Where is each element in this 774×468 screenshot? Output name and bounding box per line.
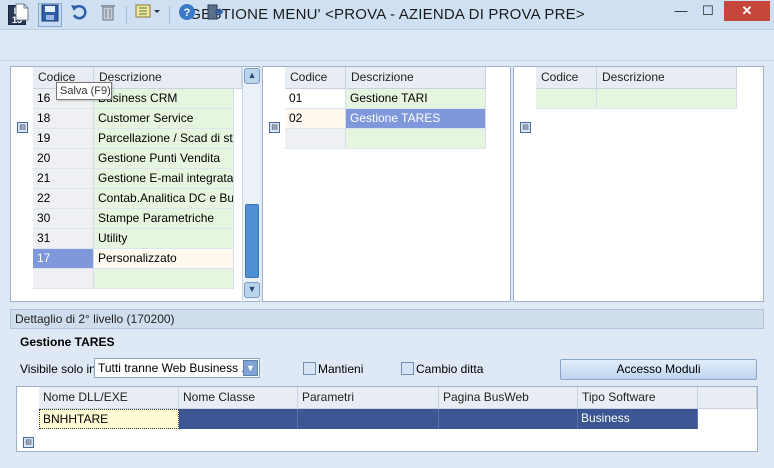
col-header-descrizione[interactable]: Descrizione (597, 67, 737, 89)
detail-title: Gestione TARES (20, 335, 115, 349)
save-tooltip: Salva (F9) (56, 82, 112, 100)
row-desc-selected[interactable]: Gestione TARES (346, 109, 486, 129)
col-header-nome-dll[interactable]: Nome DLL/EXE (39, 387, 179, 409)
toolbar-separator (169, 6, 170, 24)
help-icon[interactable]: ? (175, 3, 199, 27)
cell-nome-classe[interactable] (179, 409, 298, 429)
row-desc-new[interactable] (597, 89, 737, 109)
chevron-down-icon[interactable]: ▼ (243, 360, 258, 376)
row-indicator-icon: ▤ (269, 122, 280, 133)
col-header-descrizione[interactable]: Descrizione (346, 67, 486, 89)
panel-level-3: Codice Descrizione ▤ (513, 66, 764, 302)
scroll-up-icon[interactable]: ▲ (244, 68, 260, 84)
row-code[interactable]: 01 (285, 89, 346, 109)
col-header-pagina-busweb[interactable]: Pagina BusWeb (439, 387, 578, 409)
col-header-filler (698, 387, 757, 409)
row-code-selected[interactable]: 02 (285, 109, 346, 129)
row-code[interactable]: 21 (33, 169, 94, 189)
row-code[interactable]: 30 (33, 209, 94, 229)
vertical-scrollbar[interactable]: ▲ ▼ (242, 68, 260, 300)
col-header-codice[interactable]: Codice (536, 67, 597, 89)
col-header-codice[interactable]: Codice (285, 67, 346, 89)
cell-nome-dll[interactable]: BNHHTARE (39, 409, 179, 429)
panel-level-1: Codice Descrizione ▤ 16 Business CRM 18 … (10, 66, 260, 302)
row-desc-selected[interactable]: Personalizzato (94, 249, 234, 269)
row-desc[interactable]: Customer Service (94, 109, 234, 129)
row-desc[interactable]: Stampe Parametriche (94, 209, 234, 229)
row-desc[interactable]: Parcellazione / Scad di st... (94, 129, 234, 149)
detail-header: Dettaglio di 2° livello (170200) (10, 309, 764, 329)
visibile-label: Visibile solo in (20, 362, 96, 376)
close-button[interactable]: ✕ (724, 1, 770, 21)
cell-pagina-busweb[interactable] (439, 409, 578, 429)
row-desc[interactable]: Contab.Analitica DC e Bu... (94, 189, 234, 209)
col-header-tipo-software[interactable]: Tipo Software (578, 387, 698, 409)
minimize-button[interactable]: — (668, 1, 694, 21)
row-code[interactable]: 19 (33, 129, 94, 149)
row-code-new[interactable] (33, 269, 94, 289)
row-desc[interactable]: Gestione TARI (346, 89, 486, 109)
scroll-down-icon[interactable]: ▼ (244, 282, 260, 298)
row-indicator-icon: ▤ (520, 122, 531, 133)
row-code[interactable]: 22 (33, 189, 94, 209)
cambio-ditta-checkbox[interactable] (401, 362, 414, 375)
row-code-new[interactable] (285, 129, 346, 149)
accesso-moduli-button[interactable]: Accesso Moduli (560, 359, 757, 380)
col-header-parametri[interactable]: Parametri (298, 387, 439, 409)
row-indicator-icon: ▤ (17, 122, 28, 133)
row-code-selected[interactable]: 17 (33, 249, 94, 269)
row-indicator-icon: ▤ (23, 437, 34, 448)
panel-level-2: Codice Descrizione ▤ 01 Gestione TARI 02… (262, 66, 511, 302)
maximize-button[interactable]: ☐ (694, 1, 722, 21)
save-icon[interactable] (38, 3, 62, 27)
cell-parametri[interactable] (298, 409, 439, 429)
toolbar-separator (126, 6, 127, 24)
cambio-ditta-label: Cambio ditta (416, 362, 484, 376)
exit-icon[interactable] (203, 3, 227, 27)
svg-text:?: ? (184, 7, 191, 19)
new-document-icon[interactable] (10, 3, 34, 27)
row-desc[interactable]: Gestione Punti Vendita (94, 149, 234, 169)
undo-icon[interactable] (67, 3, 91, 27)
toolbar (0, 31, 774, 61)
visibile-select-value: Tutti tranne Web Business ... (98, 361, 252, 375)
list-dropdown-icon[interactable] (132, 3, 164, 27)
row-code[interactable]: 20 (33, 149, 94, 169)
col-header-nome-classe[interactable]: Nome Classe (179, 387, 298, 409)
row-code-new[interactable] (536, 89, 597, 109)
delete-icon[interactable] (96, 3, 120, 27)
dll-grid: Nome DLL/EXE Nome Classe Parametri Pagin… (16, 386, 758, 452)
scroll-thumb[interactable] (245, 204, 259, 278)
row-desc-new[interactable] (94, 269, 234, 289)
row-code[interactable]: 31 (33, 229, 94, 249)
row-desc[interactable]: Utility (94, 229, 234, 249)
cell-tipo-software[interactable]: Business (578, 409, 698, 429)
mantieni-checkbox[interactable] (303, 362, 316, 375)
row-code[interactable]: 18 (33, 109, 94, 129)
row-desc[interactable]: Gestione E-mail integrata (94, 169, 234, 189)
col-header-descrizione[interactable]: Descrizione (94, 67, 242, 89)
mantieni-label: Mantieni (318, 362, 364, 376)
visibile-select[interactable]: Tutti tranne Web Business ... ▼ (94, 358, 260, 378)
row-desc[interactable]: Business CRM (94, 89, 234, 109)
row-desc-new[interactable] (346, 129, 486, 149)
